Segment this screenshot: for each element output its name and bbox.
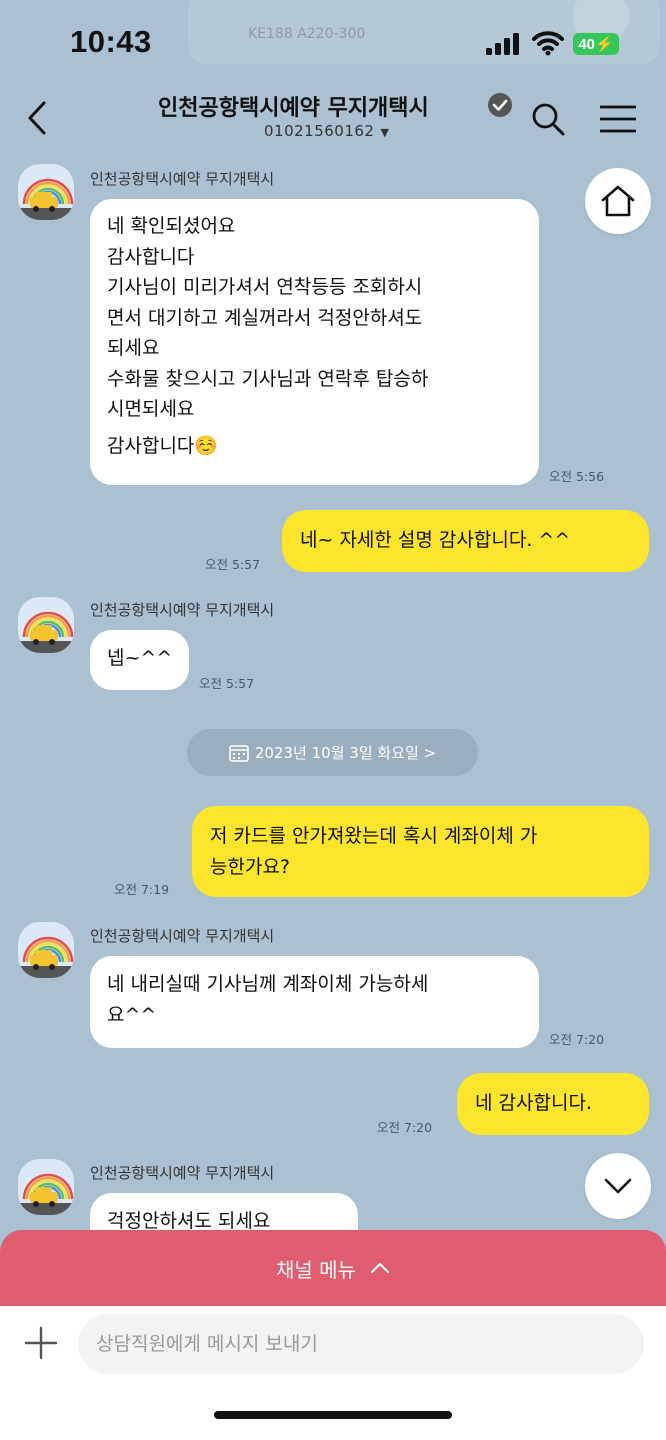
chevron-up-icon [370,1262,390,1274]
back-arrow-icon[interactable] [24,100,54,136]
message-timestamp: 오전 7:20 [549,1032,605,1047]
chat-title: 인천공항택시예약 무지개택시 [158,96,429,121]
message-bubble-outgoing[interactable]: 저 카드를 안가져왔는데 혹시 계좌이체 가 능한가요? [192,806,649,897]
message-bubble-incoming[interactable]: 네 내리실때 기사님께 계좌이체 가능하세 요^^ [90,956,539,1048]
home-icon [601,185,635,217]
sender-name: 인천공항택시예약 무지개택시 [90,927,275,945]
message-timestamp: 오전 7:19 [114,882,170,897]
search-icon[interactable] [531,102,565,136]
chevron-down-icon [604,1178,632,1194]
message-composer [0,1306,666,1440]
caret-down-icon: ▼ [380,126,390,139]
home-indicator[interactable] [214,1411,452,1419]
avatar[interactable] [18,1159,74,1215]
phone-number: 01021560162 [264,122,375,140]
message-bubble-outgoing[interactable]: 네~ 자세한 설명 감사합니다. ^^ [282,510,649,572]
message-input[interactable] [78,1314,644,1374]
message-line: 요^^ [107,1003,157,1026]
date-divider[interactable]: 2023년 10월 3일 화요일 > [187,729,478,776]
message-line: 면서 대기하고 계실꺼라서 걱정안하셔도 [107,306,423,329]
channel-menu-button[interactable]: 채널 메뉴 [0,1230,666,1306]
battery-indicator: 40 ⚡ [573,33,619,55]
sender-name: 인천공항택시예약 무지개택시 [90,601,275,619]
phone-number-dropdown[interactable]: 01021560162 ▼ [264,122,389,140]
calendar-icon [229,744,249,762]
message-line: 저 카드를 안가져왔는데 혹시 계좌이체 가 [210,825,538,847]
message-text: 네~ 자세한 설명 감사합니다. ^^ [300,529,571,551]
verified-badge-icon [488,93,512,117]
sender-name: 인천공항택시예약 무지개택시 [90,170,275,188]
message-line: 네 내리실때 기사님께 계좌이체 가능하세 [107,973,429,995]
message-line: 되세요 [107,337,160,359]
message-timestamp: 오전 5:57 [205,557,261,572]
message-line: 시면되세요 [107,398,195,420]
scroll-to-bottom-button[interactable] [585,1153,651,1219]
charging-bolt-icon: ⚡ [595,36,614,53]
message-line: 감사합니다 [107,245,195,268]
avatar[interactable] [18,922,74,978]
message-text: 넵~^^ [107,647,173,669]
message-bubble-incoming[interactable]: 네 확인되셨어요 감사합니다 기사님이 미리가셔서 연착등등 조회하시 면서 대… [90,199,539,485]
message-line: 수화물 찾으시고 기사님과 연락후 탑승하 [107,367,429,390]
status-bar: KE188 A220-300 10:43 40 ⚡ [0,0,666,86]
message-text: 네 감사합니다. [475,1092,592,1114]
notification-peek-text: KE188 A220-300 [248,26,366,42]
battery-level: 40 [578,35,595,53]
message-timestamp: 오전 5:56 [549,469,605,484]
plus-icon[interactable] [24,1326,58,1360]
message-line: 기사님이 미리가셔서 연착등등 조회하시 [107,276,423,298]
channel-menu-label: 채널 메뉴 [276,1257,356,1282]
message-bubble-outgoing[interactable]: 네 감사합니다. [457,1073,649,1135]
message-line: 네 확인되셨어요 [107,215,236,237]
date-divider-text: 2023년 10월 3일 화요일 > [254,744,437,762]
message-line: 능한가요? [210,855,291,878]
home-button[interactable] [585,168,651,234]
message-bubble-incoming[interactable]: 넵~^^ [90,630,189,690]
wifi-icon [532,31,564,56]
avatar[interactable] [18,597,74,653]
message-line: 감사합니다☺️ [107,434,219,457]
message-timestamp: 오전 5:57 [199,676,255,691]
hamburger-menu-icon[interactable] [600,104,636,134]
sender-name: 인천공항택시예약 무지개택시 [90,1164,275,1182]
chat-header: 인천공항택시예약 무지개택시 01021560162 ▼ [0,86,666,152]
message-timestamp: 오전 7:20 [377,1120,433,1135]
avatar[interactable] [18,164,74,220]
status-time: 10:43 [70,24,152,59]
cellular-signal-icon [486,33,519,55]
